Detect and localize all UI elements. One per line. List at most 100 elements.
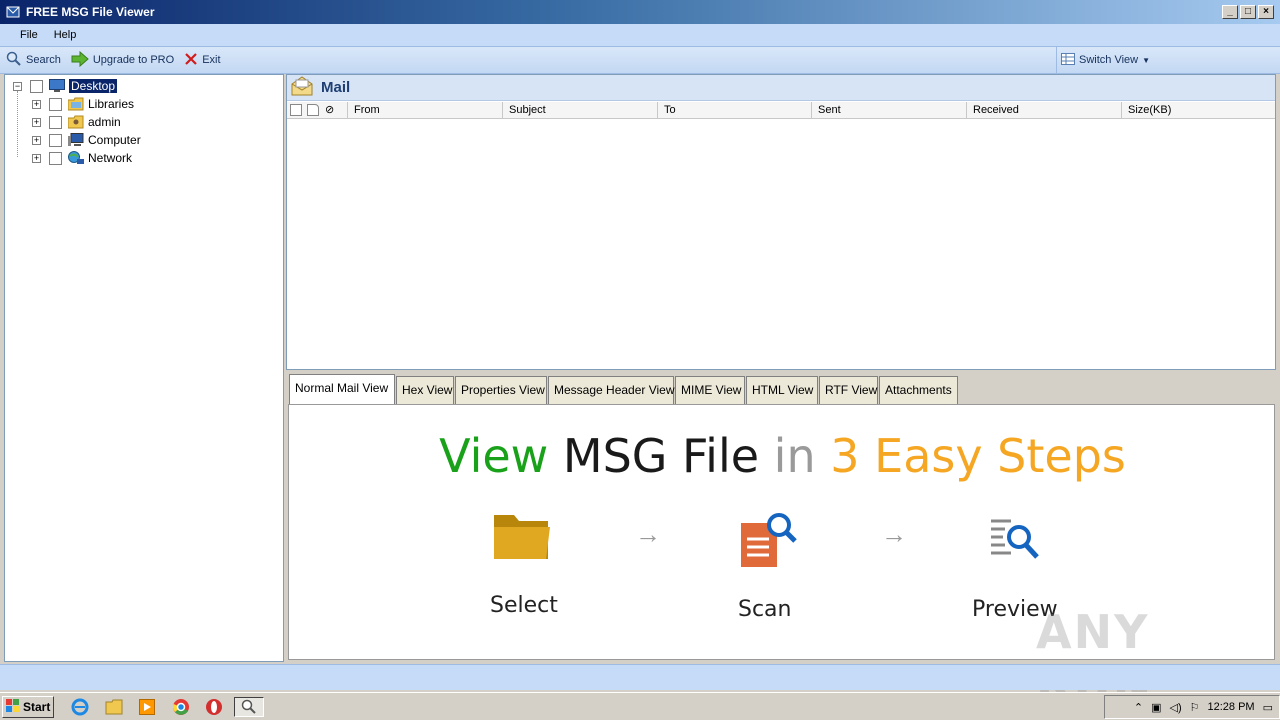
column-from[interactable]: From <box>347 102 502 119</box>
msg-viewer-task-icon[interactable] <box>234 697 264 717</box>
computer-icon <box>68 133 84 147</box>
tab-mime-view[interactable]: MIME View <box>675 376 745 404</box>
user-folder-icon <box>68 115 84 129</box>
tree-node-admin[interactable]: + admin <box>32 113 121 131</box>
tree-label-admin[interactable]: admin <box>88 115 121 129</box>
tree-checkbox[interactable] <box>30 79 43 93</box>
preview-magnifier-icon <box>989 515 1041 566</box>
menu-help[interactable]: Help <box>46 29 85 41</box>
network-status-icon[interactable]: ▣ <box>1151 701 1161 714</box>
column-received[interactable]: Received <box>966 102 1121 119</box>
system-tray: ⌃ ▣ ◁) ⚐ 12:28 PM ▭ <box>1104 695 1280 719</box>
tab-hex-view[interactable]: Hex View <box>396 376 454 404</box>
tree-node-libraries[interactable]: + Libraries <box>32 95 134 113</box>
folder-icon <box>492 507 552 566</box>
close-button[interactable]: × <box>1258 5 1274 19</box>
start-label: Start <box>23 700 51 714</box>
grid-view-icon <box>1061 52 1075 68</box>
tab-attachments[interactable]: Attachments <box>879 376 958 404</box>
mail-grid-header: ⊘ From Subject To Sent Received Size(KB) <box>287 102 1275 119</box>
chrome-icon[interactable] <box>171 697 191 717</box>
collapse-icon[interactable]: − <box>13 81 22 91</box>
preview-headline: View MSG File in 3 Easy Steps <box>289 429 1276 483</box>
file-explorer-icon[interactable] <box>104 697 124 717</box>
maximize-button[interactable]: □ <box>1240 5 1256 19</box>
menu-file[interactable]: File <box>12 29 46 41</box>
status-bar <box>0 664 1280 690</box>
windows-logo-icon <box>6 698 20 716</box>
exit-button[interactable]: Exit <box>184 52 221 69</box>
search-icon <box>6 51 22 70</box>
app-icon <box>6 5 20 19</box>
search-button[interactable]: Search <box>6 51 61 70</box>
chevron-down-icon: ▼ <box>1142 55 1151 65</box>
expand-icon[interactable]: + <box>32 117 41 127</box>
mail-title: Mail <box>321 79 351 96</box>
tree-checkbox[interactable] <box>49 151 62 165</box>
headline-part-view: View <box>439 429 549 483</box>
headline-part-msg: MSG File <box>562 429 760 483</box>
select-all-checkbox[interactable] <box>290 104 302 116</box>
flag-icon[interactable]: ⚐ <box>1190 701 1200 714</box>
show-hidden-icons-icon[interactable]: ⌃ <box>1134 701 1143 714</box>
menu-bar: File Help <box>0 24 1280 46</box>
arrow-right-icon <box>71 50 89 70</box>
clock[interactable]: 12:28 PM <box>1208 701 1255 713</box>
opera-icon[interactable] <box>204 697 224 717</box>
minimize-button[interactable]: _ <box>1222 5 1238 19</box>
scan-document-icon <box>739 509 799 572</box>
libraries-icon <box>68 97 84 111</box>
mail-list-pane: Mail ⊘ From Subject To Sent Received Siz… <box>286 74 1276 370</box>
headline-part-steps: 3 Easy Steps <box>830 429 1126 483</box>
title-bar: FREE MSG File Viewer _ □ × <box>0 0 1280 24</box>
view-tabs: Normal Mail View Hex View Properties Vie… <box>286 372 1276 404</box>
expand-icon[interactable]: + <box>32 99 41 109</box>
tree-label-computer[interactable]: Computer <box>88 133 141 147</box>
upgrade-button[interactable]: Upgrade to PRO <box>71 50 175 70</box>
start-button[interactable]: Start <box>2 696 54 718</box>
headline-part-in: in <box>773 429 816 483</box>
mail-header: Mail <box>287 75 1275 101</box>
tree-node-desktop[interactable]: − Desktop <box>13 77 118 95</box>
tab-properties-view[interactable]: Properties View <box>455 376 547 404</box>
internet-explorer-icon[interactable] <box>70 697 90 717</box>
tree-checkbox[interactable] <box>49 133 62 147</box>
tree-checkbox[interactable] <box>49 97 62 111</box>
tree-label-libraries[interactable]: Libraries <box>88 97 134 111</box>
tab-html-view[interactable]: HTML View <box>746 376 818 404</box>
column-sent[interactable]: Sent <box>811 102 966 119</box>
upgrade-label: Upgrade to PRO <box>92 54 175 66</box>
column-subject[interactable]: Subject <box>502 102 657 119</box>
expand-icon[interactable]: + <box>32 153 41 163</box>
arrow-right-icon: → <box>635 519 661 549</box>
toolbar: Search Upgrade to PRO Exit Switch View ▼ <box>0 46 1280 74</box>
tree-label-network[interactable]: Network <box>88 151 132 165</box>
step-label-select: Select <box>490 593 558 618</box>
network-icon <box>68 151 84 165</box>
tab-rtf-view[interactable]: RTF View <box>819 376 878 404</box>
expand-icon[interactable]: + <box>32 135 41 145</box>
search-label: Search <box>26 54 61 66</box>
tab-normal-mail-view[interactable]: Normal Mail View <box>289 374 395 404</box>
media-player-icon[interactable] <box>137 697 157 717</box>
tree-node-network[interactable]: + Network <box>32 149 132 167</box>
switch-view-button[interactable]: Switch View ▼ <box>1056 47 1150 73</box>
window-title: FREE MSG File Viewer <box>26 5 155 19</box>
column-size[interactable]: Size(KB) <box>1121 102 1275 119</box>
tree-checkbox[interactable] <box>49 115 62 129</box>
show-desktop-icon[interactable]: ▭ <box>1263 701 1273 714</box>
close-x-icon <box>184 52 198 69</box>
volume-icon[interactable]: ◁) <box>1170 701 1182 714</box>
taskbar: Start ⌃ ▣ ◁) ⚐ 12:28 PM ▭ <box>0 692 1280 720</box>
folder-tree[interactable]: − Desktop + Libraries + admin + Computer… <box>4 74 284 662</box>
tab-message-header-view[interactable]: Message Header View <box>548 376 675 404</box>
column-to[interactable]: To <box>657 102 811 119</box>
tree-label-desktop[interactable]: Desktop <box>69 79 118 93</box>
document-icon <box>307 104 319 116</box>
mail-icon <box>291 76 313 99</box>
arrow-right-icon: → <box>881 519 907 549</box>
switch-view-label: Switch View <box>1079 54 1139 66</box>
step-label-scan: Scan <box>738 597 792 622</box>
tree-node-computer[interactable]: + Computer <box>32 131 141 149</box>
attachment-icon: ⊘ <box>325 104 335 116</box>
